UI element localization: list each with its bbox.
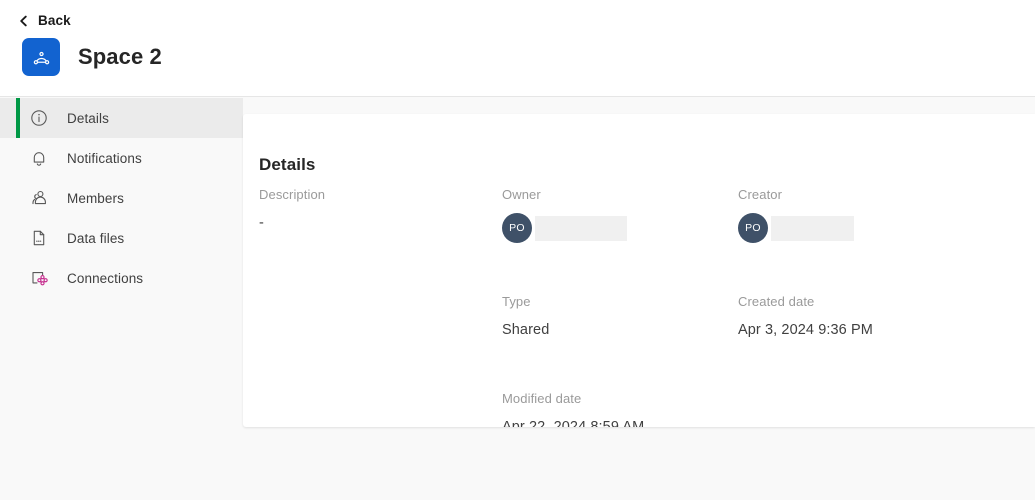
details-panel: Details Description - Owner PO Creator P…	[243, 114, 1035, 427]
people-icon	[30, 189, 48, 207]
details-row: Description - Owner PO Creator PO	[259, 186, 1019, 243]
owner-user-chip[interactable]: PO	[502, 213, 738, 243]
sidebar-item-label: Connections	[67, 270, 144, 286]
details-row: Modified date Apr 22, 2024 8:59 AM	[259, 390, 1019, 427]
details-row: Type Shared Created date Apr 3, 2024 9:3…	[259, 293, 1019, 340]
sidebar-item-members[interactable]: Members	[0, 178, 243, 218]
page-header: Back Space 2	[0, 0, 1035, 97]
sidebar-item-label: Notifications	[67, 150, 142, 166]
field-value: -	[259, 215, 264, 231]
redacted-name-bar	[535, 215, 627, 241]
field-spacer	[259, 293, 502, 340]
field-label: Owner	[502, 187, 541, 202]
sidebar-item-label: Data files	[67, 230, 125, 246]
field-label: Type	[502, 294, 531, 309]
field-spacer	[738, 390, 974, 427]
field-label: Description	[259, 187, 326, 202]
field-value: Shared	[502, 322, 550, 338]
field-label: Modified date	[502, 391, 582, 406]
page-title: Space 2	[78, 44, 162, 69]
field-value: Apr 22, 2024 8:59 AM	[502, 419, 645, 427]
avatar: PO	[502, 213, 532, 243]
sidebar-item-notifications[interactable]: Notifications	[0, 138, 243, 178]
field-label: Creator	[738, 187, 783, 202]
details-fields: Description - Owner PO Creator PO Type S…	[259, 186, 1019, 427]
sidebar-item-data-files[interactable]: Data files	[0, 218, 243, 258]
field-creator: Creator PO	[738, 186, 974, 243]
space-title-row: Space 2	[22, 38, 162, 76]
bell-icon	[30, 149, 48, 167]
avatar: PO	[738, 213, 768, 243]
row-spacer	[259, 340, 1019, 390]
row-spacer	[259, 243, 1019, 293]
field-spacer	[259, 390, 502, 427]
sidebar-item-connections[interactable]: Connections	[0, 258, 243, 298]
field-created-date: Created date Apr 3, 2024 9:36 PM	[738, 293, 974, 340]
field-value: Apr 3, 2024 9:36 PM	[738, 322, 873, 338]
creator-user-chip[interactable]: PO	[738, 213, 974, 243]
field-type: Type Shared	[502, 293, 738, 340]
sidebar-item-label: Details	[67, 110, 109, 126]
field-label: Created date	[738, 294, 815, 309]
section-title: Details	[259, 155, 316, 175]
field-owner: Owner PO	[502, 186, 738, 243]
sidebar-item-label: Members	[67, 190, 124, 206]
redacted-name-bar	[771, 215, 854, 241]
field-modified-date: Modified date Apr 22, 2024 8:59 AM	[502, 390, 738, 427]
sidebar: Details Notifications Members Data files…	[0, 98, 243, 500]
info-circle-icon	[30, 109, 48, 127]
back-label: Back	[38, 12, 71, 28]
field-description: Description -	[259, 186, 502, 243]
chevron-left-icon	[18, 14, 30, 27]
back-button[interactable]: Back	[14, 9, 75, 31]
sidebar-item-details[interactable]: Details	[0, 98, 243, 138]
file-data-icon	[30, 229, 48, 247]
space-nodes-icon	[22, 38, 60, 76]
connections-icon	[30, 269, 48, 287]
